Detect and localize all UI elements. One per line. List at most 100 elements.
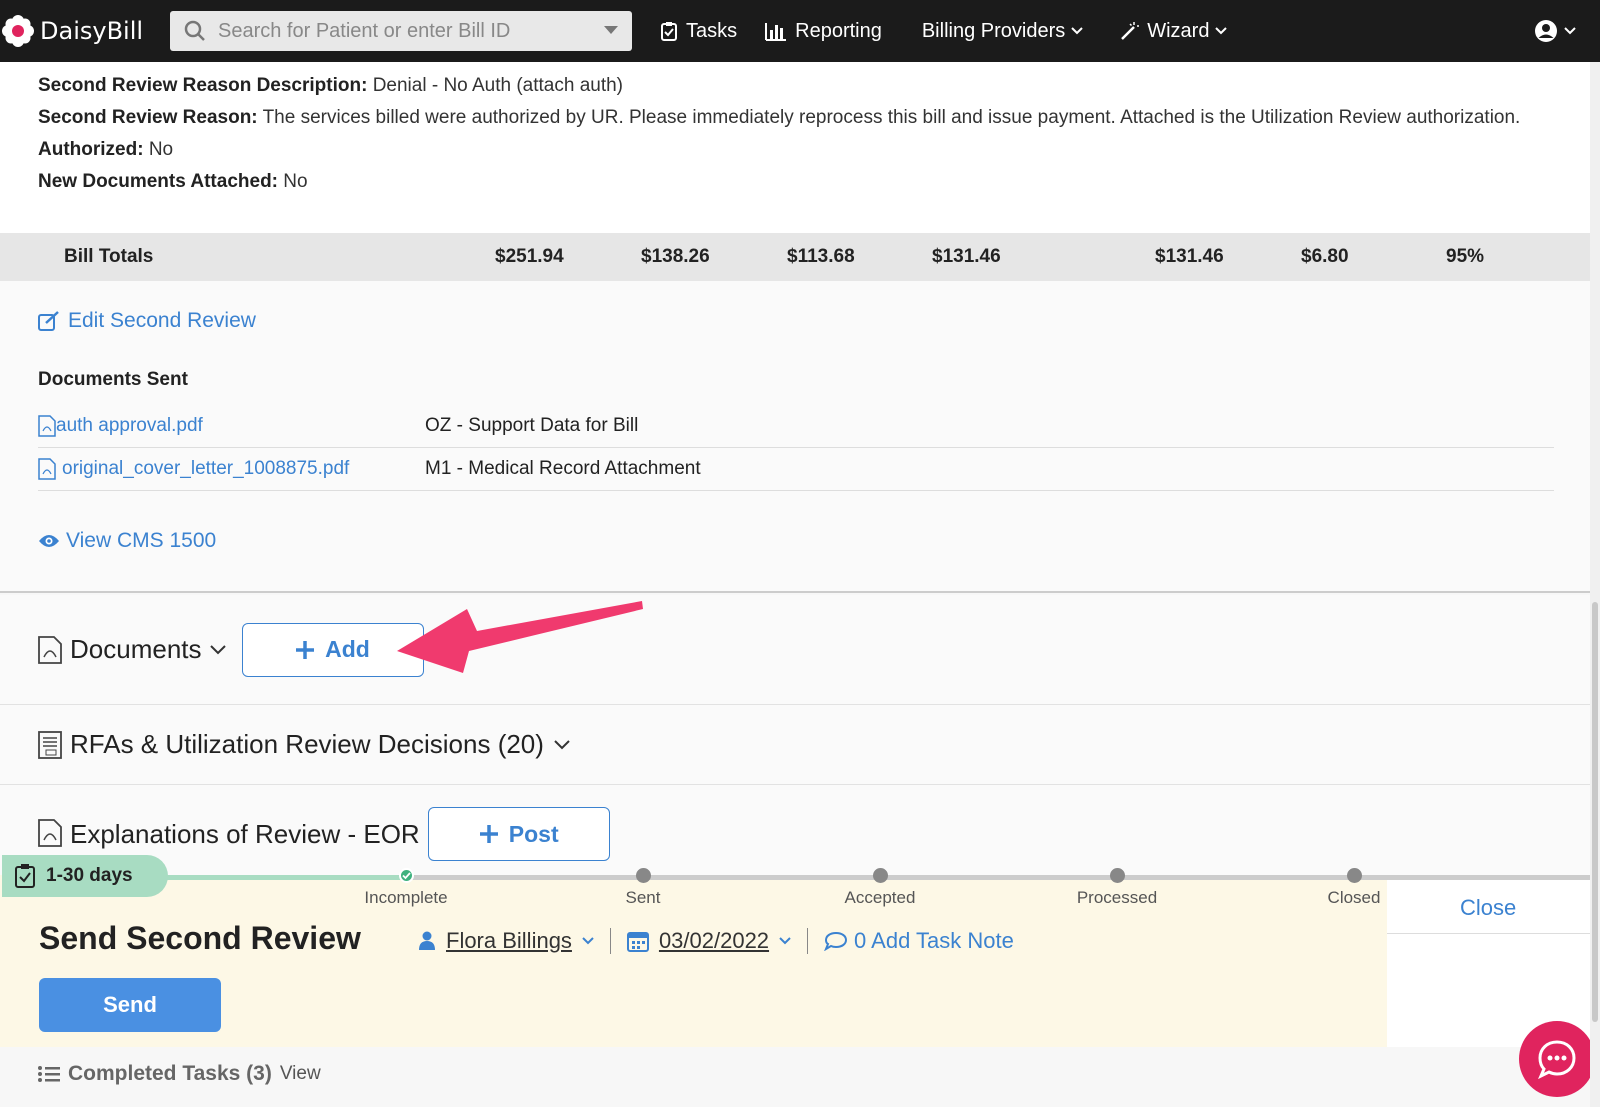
list-icon bbox=[38, 1066, 60, 1082]
task-title: Send Second Review bbox=[39, 920, 361, 956]
document-file-link[interactable]: original_cover_letter_1008875.pdf bbox=[38, 458, 425, 480]
search-icon bbox=[184, 20, 205, 41]
clipboard-check-icon bbox=[15, 864, 35, 888]
document-file-name: auth approval.pdf bbox=[56, 415, 203, 436]
nav-tasks[interactable]: Tasks bbox=[660, 20, 737, 43]
view-completed-tasks-link[interactable]: View bbox=[280, 1063, 321, 1085]
edit-second-review-link[interactable]: Edit Second Review bbox=[38, 309, 256, 333]
divider bbox=[1387, 933, 1590, 934]
progress-step-closed bbox=[1347, 868, 1362, 883]
document-type: M1 - Medical Record Attachment bbox=[425, 458, 701, 479]
rfa-document-icon bbox=[38, 730, 62, 759]
chevron-down-icon[interactable] bbox=[779, 937, 791, 945]
second-review-details: Second Review Reason Description: Denial… bbox=[0, 62, 1590, 233]
document-type: OZ - Support Data for Bill bbox=[425, 415, 639, 436]
post-eor-label: Post bbox=[508, 820, 559, 847]
pdf-file-icon bbox=[38, 458, 56, 480]
top-navigation-bar: DaisyBill Search for Patient or enter Bi… bbox=[0, 0, 1600, 62]
scrollbar[interactable] bbox=[1590, 62, 1600, 1107]
completed-tasks: Completed Tasks (3) View bbox=[38, 1062, 321, 1086]
step-label: Processed bbox=[1076, 888, 1158, 907]
chat-button[interactable] bbox=[1519, 1021, 1595, 1097]
pdf-file-icon bbox=[38, 819, 62, 847]
scrollbar-thumb[interactable] bbox=[1592, 602, 1598, 1022]
bill-total-value: $131.46 bbox=[1155, 246, 1224, 267]
post-eor-button[interactable]: Post bbox=[427, 807, 610, 861]
pdf-file-icon bbox=[38, 635, 62, 664]
step-label: Sent bbox=[625, 888, 661, 907]
bill-total-value: $6.80 bbox=[1301, 246, 1349, 267]
daisy-icon bbox=[2, 15, 34, 47]
due-date-picker[interactable]: 03/02/2022 bbox=[659, 928, 769, 954]
chevron-down-icon bbox=[1564, 27, 1576, 35]
documents-section: Documents Add bbox=[0, 595, 1590, 705]
progress-step-incomplete bbox=[399, 868, 414, 883]
days-badge-label: 1-30 days bbox=[46, 865, 133, 886]
annotation-arrow bbox=[397, 601, 643, 673]
divider bbox=[609, 928, 611, 954]
documents-sent-title: Documents Sent bbox=[38, 369, 188, 390]
document-file-link[interactable]: auth approval.pdf bbox=[38, 415, 425, 437]
comment-icon bbox=[824, 931, 848, 951]
plus-icon bbox=[296, 640, 315, 659]
bill-total-value: $131.46 bbox=[932, 246, 1001, 267]
rfa-title[interactable]: RFAs & Utilization Review Decisions (20) bbox=[70, 729, 544, 760]
bill-total-value: 95% bbox=[1446, 246, 1485, 267]
bar-chart-icon bbox=[765, 23, 787, 41]
divider bbox=[807, 928, 809, 954]
review-reason: Second Review Reason: The services bille… bbox=[38, 107, 1521, 128]
magic-wand-icon bbox=[1121, 22, 1140, 40]
second-review-card: Edit Second Review Documents Sent auth a… bbox=[0, 281, 1590, 593]
eye-icon bbox=[39, 535, 59, 547]
nav-wizard[interactable]: Wizard bbox=[1119, 20, 1235, 43]
edit-second-review-label: Edit Second Review bbox=[68, 309, 256, 332]
brand-name: DaisyBill bbox=[40, 17, 144, 45]
edit-icon bbox=[38, 311, 59, 331]
task-progress-fill bbox=[160, 875, 405, 880]
view-cms-1500-link[interactable]: View CMS 1500 bbox=[38, 529, 216, 553]
rfa-section: RFAs & Utilization Review Decisions (20) bbox=[0, 705, 1590, 785]
bill-totals-label: Bill Totals bbox=[64, 246, 154, 267]
chat-bubble-icon bbox=[1538, 1040, 1576, 1080]
pdf-file-icon bbox=[38, 415, 56, 437]
progress-step-processed bbox=[1110, 868, 1125, 883]
document-row: original_cover_letter_1008875.pdf M1 - M… bbox=[38, 448, 1554, 491]
new-documents-attached: New Documents Attached: No bbox=[38, 171, 308, 192]
nav-tasks-label: Tasks bbox=[686, 19, 738, 42]
bill-total-value: $113.68 bbox=[787, 246, 855, 267]
step-label: Accepted bbox=[844, 888, 916, 907]
assignee-dropdown[interactable]: Flora Billings bbox=[446, 928, 572, 954]
bill-totals-row: Bill Totals $251.94 $138.26 $113.68 $131… bbox=[0, 233, 1590, 281]
documents-title[interactable]: Documents bbox=[70, 634, 202, 665]
send-button[interactable]: Send bbox=[39, 978, 221, 1032]
nav-reporting[interactable]: Reporting bbox=[765, 20, 882, 43]
add-task-note-link[interactable]: 0 Add Task Note bbox=[854, 928, 1014, 954]
search-input[interactable]: Search for Patient or enter Bill ID bbox=[170, 11, 632, 51]
bill-total-value: $138.26 bbox=[641, 246, 710, 267]
nav-reporting-label: Reporting bbox=[795, 19, 882, 42]
progress-step-accepted bbox=[873, 868, 888, 883]
chevron-down-icon[interactable] bbox=[582, 937, 594, 945]
days-badge: 1-30 days bbox=[2, 855, 168, 897]
document-file-name: original_cover_letter_1008875.pdf bbox=[62, 458, 350, 479]
close-task-link[interactable]: Close bbox=[1460, 895, 1516, 921]
caret-down-icon[interactable] bbox=[604, 26, 618, 36]
check-icon bbox=[402, 872, 411, 880]
eor-section: Explanations of Review - EOR Post bbox=[0, 785, 1590, 875]
nav-wizard-label: Wizard bbox=[1147, 19, 1210, 42]
clipboard-check-icon bbox=[661, 22, 677, 41]
document-row: auth approval.pdf OZ - Support Data for … bbox=[38, 405, 1554, 448]
user-menu[interactable] bbox=[1534, 19, 1576, 43]
authorized: Authorized: No bbox=[38, 139, 174, 160]
brand-logo[interactable]: DaisyBill bbox=[2, 15, 162, 47]
calendar-icon bbox=[626, 932, 649, 952]
chevron-down-icon bbox=[1071, 27, 1083, 35]
task-meta: Flora Billings 03/02/2022 0 Add Task Not… bbox=[418, 928, 1014, 954]
bill-total-value: $251.94 bbox=[495, 246, 564, 267]
chevron-down-icon bbox=[1215, 27, 1228, 35]
chevron-down-icon[interactable] bbox=[209, 644, 226, 655]
add-document-label: Add bbox=[325, 636, 370, 662]
chevron-down-icon[interactable] bbox=[554, 739, 570, 750]
nav-billing-providers[interactable]: Billing Providers bbox=[922, 20, 1091, 43]
nav-billing-providers-label: Billing Providers bbox=[921, 19, 1066, 42]
